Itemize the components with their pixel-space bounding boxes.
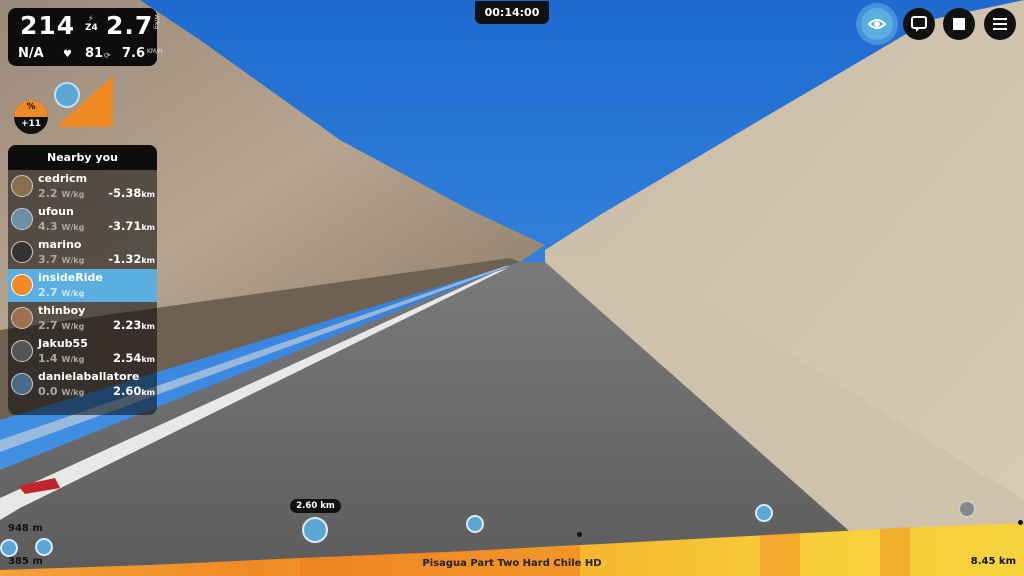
rider-pin[interactable] xyxy=(755,504,773,522)
menu-button[interactable] xyxy=(984,8,1016,40)
rider-distance: -5.38km xyxy=(108,186,155,200)
nearby-rider-row-self[interactable]: insideRide 2.7 W/kg xyxy=(8,269,157,302)
route-title: Pisagua Part Two Hard Chile HD xyxy=(422,558,602,569)
power-value: 214 xyxy=(20,11,76,40)
nearby-rider-row[interactable]: danielaballatore 0.0 W/kg 2.60km xyxy=(8,368,157,401)
speed-unit: KM/H xyxy=(147,48,163,55)
chat-icon xyxy=(911,16,927,32)
avatar xyxy=(11,274,33,296)
eye-icon xyxy=(867,19,887,29)
heart-icon: ♥ xyxy=(63,49,72,60)
rider-pin[interactable] xyxy=(35,538,53,556)
rider-wkg: 1.4 W/kg xyxy=(38,352,85,365)
avatar xyxy=(11,175,33,197)
wkg-value: 2.7 xyxy=(106,11,154,40)
cadence-icon: ⟳ xyxy=(104,51,111,60)
rider-wkg: 3.7 W/kg xyxy=(38,253,85,266)
avatar xyxy=(11,241,33,263)
view-toggle-button[interactable] xyxy=(856,3,898,45)
rider-wkg: 2.2 W/kg xyxy=(38,187,85,200)
nearby-rider-row[interactable]: thinboy 2.7 W/kg 2.23km xyxy=(8,302,157,335)
heart-rate-value: N/A xyxy=(18,46,44,61)
nearby-rider-row[interactable]: Jakub55 1.4 W/kg 2.54km xyxy=(8,335,157,368)
avatar xyxy=(11,340,33,362)
speed-value: 7.6 xyxy=(122,46,146,61)
grade-indicator: % +11 xyxy=(14,100,48,134)
ride-stats-panel: 214 Z4 ⚡ 2.7 W/kg N/A ♥ 81 ⟳ 7.6 KM/H xyxy=(8,8,163,66)
avatar xyxy=(11,208,33,230)
rider-name: cedricm xyxy=(38,172,88,185)
power-zone: Z4 xyxy=(85,23,98,33)
nearby-panel: Nearby you cedricm 2.2 W/kg -5.38km ufoun… xyxy=(8,145,157,415)
rider-name: Jakub55 xyxy=(38,337,88,350)
rider-name: insideRide xyxy=(38,271,103,284)
rider-pin[interactable] xyxy=(466,515,484,533)
avatar xyxy=(11,307,33,329)
rider-distance: -1.32km xyxy=(108,252,155,266)
rider-name: thinboy xyxy=(38,304,86,317)
chat-button[interactable] xyxy=(903,8,935,40)
stop-button[interactable] xyxy=(943,8,975,40)
rider-name: marino xyxy=(38,238,82,251)
rider-distance: 2.54km xyxy=(112,351,155,365)
bolt-icon: ⚡ xyxy=(88,14,94,23)
elapsed-timer: 00:14:00 xyxy=(475,1,549,24)
rider-wkg: 0.0 W/kg xyxy=(38,385,85,398)
rider-distance-marker: 2.60 km xyxy=(290,499,341,513)
rider-pin[interactable] xyxy=(958,500,976,518)
nearby-rider-row[interactable]: ufoun 4.3 W/kg -3.71km xyxy=(8,203,157,236)
nearby-title: Nearby you xyxy=(8,145,157,170)
rider-distance: 2.23km xyxy=(112,318,155,332)
rider-pin[interactable] xyxy=(0,539,18,557)
rider-wkg: 2.7 W/kg xyxy=(38,286,85,299)
rider-avatar-icon xyxy=(54,82,80,108)
wkg-unit: W/kg xyxy=(153,14,160,30)
rider-name: danielaballatore xyxy=(38,370,140,383)
stop-icon xyxy=(953,18,965,30)
route-marker-dot xyxy=(577,532,582,537)
max-elevation-label: 948 m xyxy=(8,523,43,534)
rider-name: ufoun xyxy=(38,205,74,218)
avatar xyxy=(11,373,33,395)
cadence-value: 81 xyxy=(85,46,104,61)
rider-distance: 2.60km xyxy=(112,384,155,398)
nearby-rider-row[interactable]: marino 3.7 W/kg -1.32km xyxy=(8,236,157,269)
rider-wkg: 4.3 W/kg xyxy=(38,220,85,233)
rider-position-pin[interactable] xyxy=(302,517,328,543)
menu-icon xyxy=(993,18,1007,30)
rider-distance: -3.71km xyxy=(108,219,155,233)
nearby-rider-row[interactable]: cedricm 2.2 W/kg -5.38km xyxy=(8,170,157,203)
grade-value: +11 xyxy=(20,119,42,129)
route-marker-dot xyxy=(1018,520,1023,525)
rider-wkg: 2.7 W/kg xyxy=(38,319,85,332)
grade-label: % xyxy=(26,102,36,112)
